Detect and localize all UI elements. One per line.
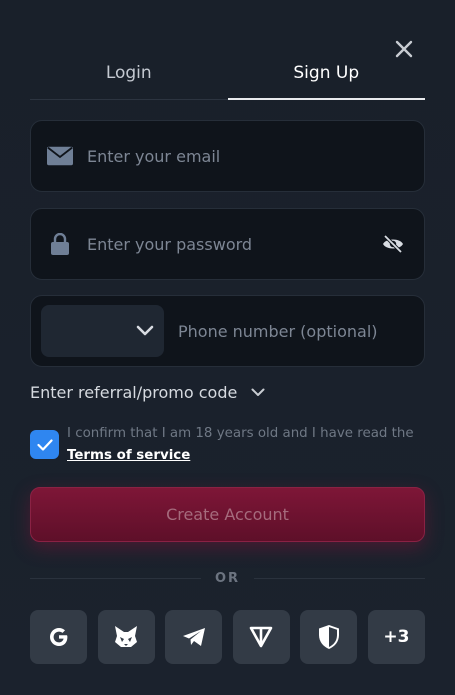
promo-code-label: Enter referral/promo code [30,383,238,402]
ton-login-button[interactable] [232,610,290,664]
divider-line-right [254,577,425,579]
email-field-wrapper [30,120,425,192]
divider-line-left [30,577,201,579]
ton-icon [249,626,273,648]
tab-login-label: Login [105,62,152,83]
or-divider: OR [30,568,425,588]
checkmark-icon [36,438,53,451]
chevron-down-icon [136,325,154,336]
tab-signup-label: Sign Up [293,62,360,83]
age-confirmation: I confirm that I am 18 years old and I h… [30,423,425,467]
eye-off-icon [383,235,403,253]
google-icon [49,628,67,646]
toggle-password-visibility[interactable] [382,235,404,253]
telegram-icon [182,628,205,646]
social-login-buttons: +3 [30,610,425,664]
google-login-button[interactable] [30,610,87,664]
telegram-login-button[interactable] [165,610,223,664]
phone-input[interactable] [178,296,424,366]
shield-icon [318,625,339,649]
fox-icon [115,626,138,647]
signup-modal: Login Sign Up Enter your email Phone num… [0,0,455,695]
country-code-select[interactable] [41,305,164,357]
auth-tabs: Login Sign Up [30,52,425,100]
age-confirm-statement: I confirm that I am 18 years old and I h… [67,426,414,441]
password-field-wrapper [30,208,425,280]
promo-code-toggle[interactable]: Enter referral/promo code [30,383,265,402]
mail-icon [47,146,73,166]
create-account-button[interactable]: Create Account [30,487,425,542]
age-confirm-checkbox[interactable] [30,430,59,459]
shield-login-button[interactable] [300,610,358,664]
divider-text: OR [214,570,241,586]
age-confirm-text: I confirm that I am 18 years old and I h… [67,423,425,467]
more-login-options-button[interactable]: +3 [367,610,425,664]
terms-of-service-link[interactable]: Terms of service [67,448,190,463]
password-input[interactable] [87,209,382,279]
chevron-down-icon [251,388,265,396]
lock-icon [47,233,73,255]
metamask-login-button[interactable] [97,610,155,664]
more-login-count: +3 [383,627,410,647]
tab-signup[interactable]: Sign Up [227,52,426,100]
tab-login[interactable]: Login [30,52,228,99]
phone-field-wrapper [30,295,425,367]
email-input[interactable] [87,121,424,191]
